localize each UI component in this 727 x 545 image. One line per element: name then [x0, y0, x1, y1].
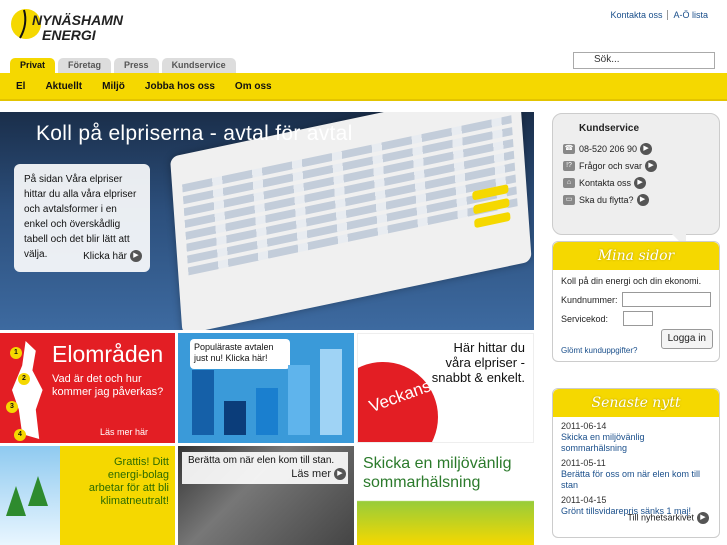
news-link[interactable]: Skicka en miljövänlig sommarhälsning	[561, 432, 711, 454]
bar-graphic-bar	[320, 349, 342, 435]
tree-icon	[28, 476, 48, 506]
read-more-label: Läs mer	[291, 468, 331, 480]
hero-cta-label: Klicka här	[83, 251, 127, 262]
news-date: 2011-06-14	[561, 421, 607, 431]
arrow-right-icon: ▶	[636, 193, 649, 206]
news-date: 2011-05-11	[561, 458, 606, 468]
hero-title: Koll på elpriserna - avtal för avtal	[36, 122, 353, 145]
ks-label: Frågor och svar	[579, 160, 643, 171]
hero-body: På sidan Våra elpriser hittar du alla vå…	[24, 174, 137, 260]
tile-text: Skicka en miljövänlig sommarhälsning	[363, 455, 512, 491]
news-date: 2011-04-15	[561, 495, 607, 505]
tab-press[interactable]: Press	[114, 58, 159, 73]
bar-graphic-bar	[288, 365, 310, 435]
read-more-link[interactable]: Läs mer ▶	[291, 468, 346, 481]
ks-contact[interactable]: ⌂ Kontakta oss ▶	[553, 174, 719, 191]
arrow-right-icon: ▶	[334, 468, 346, 481]
service-code-field[interactable]	[623, 311, 653, 326]
zone-number: 2	[18, 373, 30, 385]
tile-elen-kom[interactable]: Berätta om när elen kom till stan. Läs m…	[178, 446, 354, 545]
tile-sommarhalsning[interactable]: Skicka en miljövänlig sommarhälsning	[357, 446, 534, 545]
news-link[interactable]: Berätta för oss om när elen kom till sta…	[561, 469, 711, 491]
tile-klimatneutral[interactable]: Grattis! Ditt energi-bolag arbetar för a…	[0, 446, 175, 545]
ks-label: 08-520 206 90	[579, 143, 638, 154]
customer-number-field[interactable]	[622, 292, 711, 307]
nav-miljo[interactable]: Miljö	[102, 81, 125, 92]
kundservice-title: Kundservice	[579, 123, 640, 134]
tab-kundservice[interactable]: Kundservice	[161, 58, 236, 73]
tile-veckans-elpriser[interactable]: Veckans Elpriser Här hittar du våra elpr…	[357, 333, 534, 443]
news-archive-link[interactable]: Till nyhetsarkivet ▶	[627, 512, 709, 524]
top-links: Kontakta oss A-Ö lista	[605, 10, 713, 20]
kundservice-box: Kundservice ☎ 08-520 206 90 ▶ !? Frågor och…	[552, 113, 720, 235]
ks-phone[interactable]: ☎ 08-520 206 90 ▶	[553, 140, 719, 157]
logo[interactable]: NYNÄSHAMN ENERGI	[10, 4, 123, 46]
logo-line1: NYNÄSHAMN	[32, 12, 123, 28]
ks-faq[interactable]: !? Frågor och svar ▶	[553, 157, 719, 174]
login-button[interactable]: Logga in	[660, 329, 713, 349]
hero-banner[interactable]: Koll på elpriserna - avtal för avtal På …	[0, 112, 534, 330]
mina-sidor-desc: Koll på din energi och din ekonomi.	[561, 276, 702, 286]
service-code-label: Servicekod:	[561, 313, 609, 324]
house-icon: ⌂	[563, 177, 575, 188]
zone-number: 1	[10, 347, 22, 359]
nav-el[interactable]: El	[16, 81, 25, 92]
logo-line2: ENERGI	[42, 27, 96, 43]
bar-graphic-bar	[224, 401, 246, 435]
news-item: 2011-05-11 Berätta för oss om när elen ko…	[561, 458, 711, 491]
arrow-right-icon: ▶	[640, 142, 653, 155]
phone-icon: ☎	[563, 143, 575, 154]
hero-textbox: På sidan Våra elpriser hittar du alla vå…	[14, 164, 150, 272]
archive-label: Till nyhetsarkivet	[627, 512, 694, 523]
tile-popular-contracts[interactable]: Populäraste avtalen just nu! Klicka här!	[178, 333, 354, 443]
arrow-right-icon: ▶	[130, 250, 142, 263]
zone-number: 4	[14, 429, 26, 441]
tile-elomraden[interactable]: 1 2 3 4 Elområden Vad är det och hur kom…	[0, 333, 175, 443]
main-nav: El Aktuellt Miljö Jobba hos oss Om oss	[0, 73, 727, 101]
tab-foretag[interactable]: Företag	[58, 58, 112, 73]
news-title: Senaste nytt	[553, 389, 719, 417]
nav-om-oss[interactable]: Om oss	[235, 81, 272, 92]
ks-label: Ska du flytta?	[579, 194, 634, 205]
search-placeholder: Sök...	[594, 54, 620, 65]
question-icon: !?	[563, 160, 575, 171]
ks-label: Kontakta oss	[579, 177, 632, 188]
arrow-right-icon: ▶	[697, 512, 709, 524]
hero-cta[interactable]: Klicka här ▶	[83, 249, 142, 264]
tab-privat[interactable]: Privat	[10, 58, 56, 73]
bar-graphic-bar	[256, 388, 278, 435]
mina-sidor-box: Mina sidor Koll på din energi och din ek…	[552, 241, 720, 362]
arrow-right-icon: ▶	[634, 176, 647, 189]
news-item: 2011-06-14 Skicka en miljövänlig sommarhä…	[561, 421, 711, 454]
arrow-right-icon: ▶	[645, 159, 658, 172]
tile-heading: Elområden	[52, 341, 164, 367]
nav-jobba[interactable]: Jobba hos oss	[145, 81, 215, 92]
nav-aktuellt[interactable]: Aktuellt	[45, 81, 82, 92]
tree-icon	[6, 486, 26, 516]
customer-number-label: Kundnummer:	[561, 294, 618, 305]
ks-move[interactable]: ▭ Ska du flytta? ▶	[553, 191, 719, 208]
news-box: Senaste nytt 2011-06-14 Skicka en miljövä…	[552, 388, 720, 538]
truck-icon: ▭	[563, 194, 575, 205]
mina-sidor-title: Mina sidor	[553, 242, 719, 270]
audience-tabs: Privat Företag Press Kundservice	[10, 58, 236, 73]
search-input[interactable]: Sök...	[573, 52, 715, 69]
forgot-credentials-link[interactable]: Glömt kunduppgifter?	[561, 346, 638, 355]
tile-text: Berätta om när elen kom till stan.	[188, 455, 335, 466]
read-more-link[interactable]: Läs mer här	[100, 427, 148, 437]
tile-text: Grattis! Ditt energi-bolag arbetar för a…	[88, 456, 169, 507]
az-link[interactable]: A-Ö lista	[667, 10, 713, 20]
tile-text: Vad är det och hur kommer jag påverkas?	[52, 373, 164, 398]
bar-graphic-bar	[192, 370, 214, 435]
speech-bubble: Populäraste avtalen just nu! Klicka här!	[190, 339, 290, 369]
tile-text: Här hittar du våra elpriser - snabbt & e…	[431, 340, 525, 385]
zone-number: 3	[6, 401, 18, 413]
contact-link[interactable]: Kontakta oss	[605, 10, 667, 20]
